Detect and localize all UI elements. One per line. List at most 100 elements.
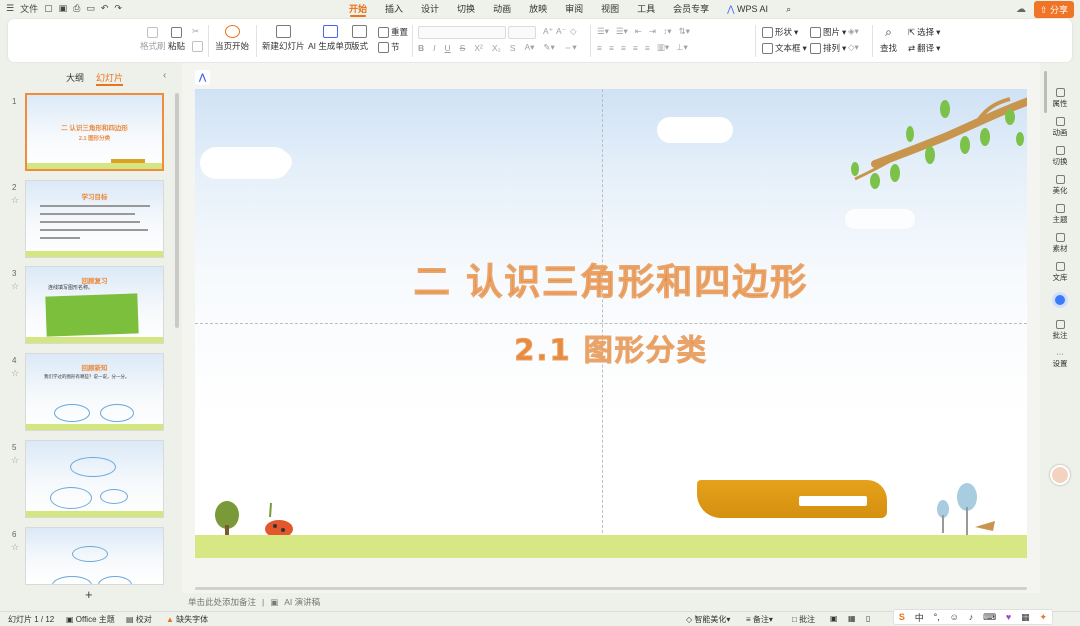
layout-button[interactable]: 版式 [351, 25, 368, 52]
subscript-icon[interactable]: X₂ [492, 43, 501, 53]
punctuation-icon[interactable]: °, [934, 612, 940, 622]
clear-format-icon[interactable]: ◇ [570, 26, 577, 37]
star-icon[interactable]: ☆ [11, 195, 19, 206]
text-direction-icon[interactable]: ⇅▾ [679, 26, 690, 37]
skin-icon[interactable]: ♥ [1006, 612, 1011, 622]
highlight-icon[interactable]: ✎▾ [543, 42, 554, 53]
font-name-select[interactable] [418, 26, 506, 39]
tab-home[interactable]: 开始 [340, 0, 376, 18]
copy-button[interactable] [192, 41, 203, 52]
font-color-icon[interactable]: A▾ [524, 42, 534, 53]
sorter-view-icon[interactable]: ▦ [848, 614, 856, 623]
textbox-button[interactable]: 文本框 ▾ [762, 42, 807, 54]
tab-slideshow[interactable]: 放映 [520, 0, 556, 18]
slide-thumbnail-5[interactable] [25, 440, 164, 518]
reading-view-icon[interactable]: ▯ [866, 614, 870, 623]
align-left-icon[interactable]: ≡ [597, 43, 602, 53]
smart-beautify-button[interactable]: ◇ 智能美化▾ [686, 614, 730, 625]
tab-design[interactable]: 设计 [412, 0, 448, 18]
missing-font-status[interactable]: ▲ 缺失字体 [166, 614, 208, 625]
save-icon[interactable]: ▢ [44, 3, 53, 14]
file-menu[interactable]: 文件 [20, 2, 38, 15]
shape-button[interactable]: 形状 ▾ [762, 26, 798, 38]
sogou-icon[interactable]: S [899, 612, 905, 622]
font-size-select[interactable] [508, 26, 536, 39]
undo-icon[interactable]: ↶ [101, 3, 109, 14]
font-grow-icon[interactable]: A⁺ [543, 26, 553, 37]
align-center-icon[interactable]: ≡ [609, 43, 614, 53]
cloud-icon[interactable]: ☁ [1016, 4, 1026, 15]
transition-button[interactable]: 切换 [1040, 146, 1080, 167]
proofread-status[interactable]: ▤ 校对 [126, 614, 152, 625]
numbered-list-icon[interactable]: ☰▾ [616, 26, 628, 37]
format-painter-button[interactable]: 格式刷 [140, 27, 166, 52]
notes-toggle[interactable]: ≡ 备注▾ [746, 614, 773, 625]
properties-button[interactable]: 属性 [1040, 88, 1080, 109]
fill-button[interactable]: ◈▾ [848, 26, 859, 37]
star-icon[interactable]: ☆ [11, 281, 19, 292]
comment-button[interactable]: 批注 [1040, 320, 1080, 341]
slide-subtitle[interactable]: 2.1 图形分类 [195, 327, 1027, 369]
distribute-icon[interactable]: ≡ [645, 43, 650, 53]
star-icon[interactable]: ☆ [11, 455, 19, 466]
font-shrink-icon[interactable]: A⁻ [556, 26, 566, 37]
theme-status[interactable]: ▣ Office 主题 [66, 614, 115, 625]
new-slide-button[interactable]: 新建幻灯片 [262, 25, 305, 52]
columns-icon[interactable]: ▥▾ [657, 42, 669, 53]
slide-thumbnail-2[interactable]: 学习目标 [25, 180, 164, 258]
slide-thumbnail-3[interactable]: 回顾复习 连线填写图形名称。 [25, 266, 164, 344]
tab-wps-ai[interactable]: ⋀ WPS AI [718, 0, 777, 18]
select-button[interactable]: ⇱ 选择 ▾ [908, 26, 940, 38]
translate-button[interactable]: ⇄ 翻译 ▾ [908, 42, 940, 54]
star-icon[interactable]: ☆ [11, 542, 19, 553]
settings-button[interactable]: ··· 设置 [1040, 349, 1080, 369]
tab-slides[interactable]: 幻灯片 [96, 71, 124, 86]
canvas-horizontal-scrollbar[interactable] [195, 587, 1027, 590]
normal-view-icon[interactable]: ▣ [830, 614, 838, 623]
picture-button[interactable]: 图片 ▾ [810, 26, 846, 38]
collapse-panel-icon[interactable]: ‹ [163, 70, 166, 81]
thumbnail-scrollbar[interactable] [175, 93, 179, 328]
emoji-icon[interactable]: ☺ [950, 612, 959, 622]
more-icon[interactable]: ✦ [1040, 612, 1048, 623]
reset-button[interactable]: 重置 [378, 26, 408, 38]
star-icon[interactable]: ☆ [11, 368, 19, 379]
print-icon[interactable]: ⎙ [73, 3, 80, 14]
play-current-button[interactable]: 当页开始 [215, 25, 249, 52]
indent-increase-icon[interactable]: ⇥ [649, 26, 656, 37]
preview-icon[interactable]: ▭ [86, 3, 95, 14]
strikethrough-icon[interactable]: S [460, 43, 466, 53]
align-right-icon[interactable]: ≡ [621, 43, 626, 53]
current-slide[interactable]: 二 认识三角形和四边形 2.1 图形分类 [195, 89, 1027, 558]
shadow-icon[interactable]: S [510, 43, 516, 53]
tab-animation[interactable]: 动画 [484, 0, 520, 18]
italic-icon[interactable]: I [433, 43, 435, 53]
slide-thumbnail-1[interactable]: 二 认识三角形和四边形 2.1 图形分类 [25, 93, 164, 171]
tab-insert[interactable]: 插入 [376, 0, 412, 18]
export-pdf-icon[interactable]: ▣ [59, 3, 68, 14]
library-button[interactable]: 文库 [1040, 262, 1080, 283]
ai-assistant-button[interactable] [1040, 292, 1080, 308]
avatar-assistant[interactable] [1040, 465, 1080, 485]
find-button[interactable]: ⌕ 查找 [880, 25, 897, 54]
toolbox-icon[interactable]: ▦ [1021, 612, 1030, 623]
search-icon[interactable]: ⌕ [777, 0, 800, 18]
beautify-button[interactable]: 美化 [1040, 175, 1080, 196]
vertical-align-icon[interactable]: ⊥▾ [676, 42, 688, 53]
chinese-mode-icon[interactable]: 中 [915, 611, 924, 624]
slide-title[interactable]: 二 认识三角形和四边形 [195, 253, 1027, 305]
keyboard-icon[interactable]: ⌨ [983, 612, 996, 623]
tab-outline[interactable]: 大纲 [66, 71, 84, 86]
ai-assist-icon[interactable]: ⋀ [195, 70, 210, 85]
tab-tools[interactable]: 工具 [628, 0, 664, 18]
bold-icon[interactable]: B [418, 43, 424, 53]
comments-toggle[interactable]: □ 批注 [792, 614, 815, 625]
justify-icon[interactable]: ≡ [633, 43, 638, 53]
indent-decrease-icon[interactable]: ⇤ [635, 26, 642, 37]
tab-transition[interactable]: 切换 [448, 0, 484, 18]
add-slide-button[interactable]: + [85, 587, 93, 602]
ai-single-page-button[interactable]: AI 生成单页 [308, 25, 352, 52]
underline-icon[interactable]: U [445, 43, 451, 53]
bullet-list-icon[interactable]: ☰▾ [597, 26, 609, 37]
cut-button[interactable]: ✂ [192, 26, 199, 37]
